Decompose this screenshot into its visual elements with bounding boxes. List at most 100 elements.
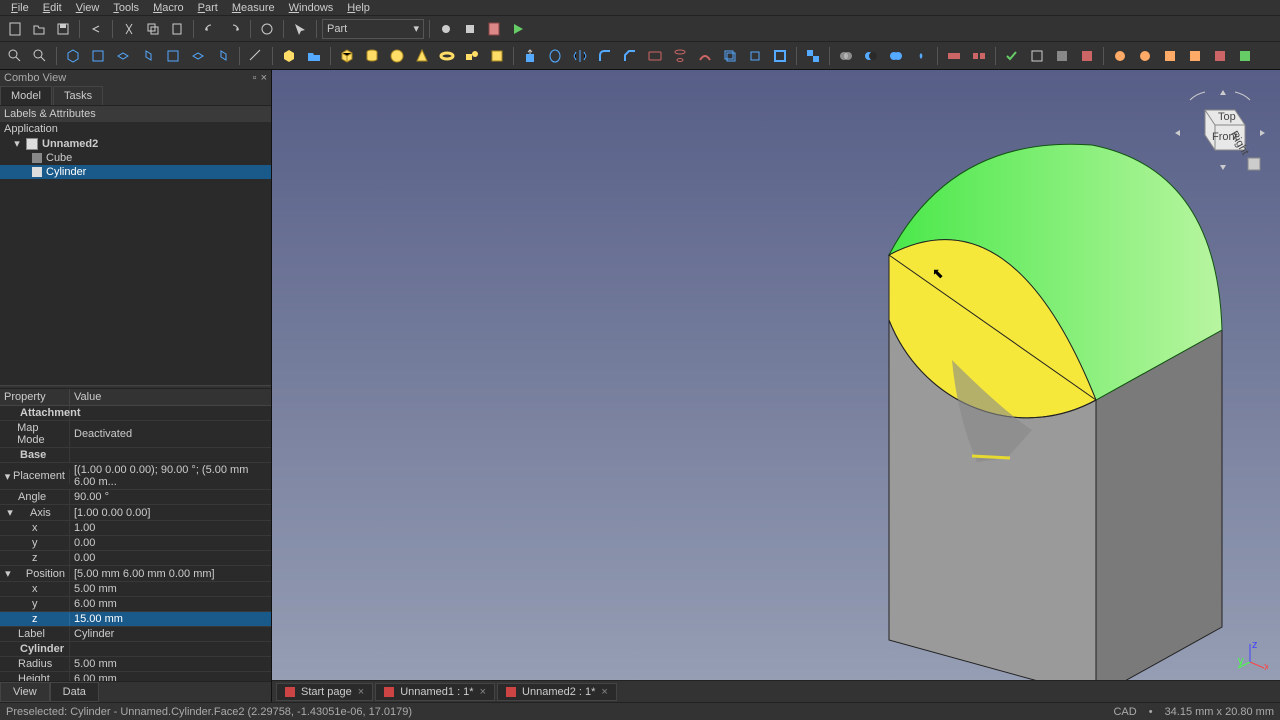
status-nav-mode[interactable]: CAD [1113,706,1136,718]
mirror-icon[interactable] [569,45,591,67]
open-button[interactable] [28,18,50,40]
property-row[interactable]: x5.00 mm [0,582,271,597]
menu-measure[interactable]: Measure [225,2,282,14]
front-icon[interactable] [87,45,109,67]
common-icon[interactable] [910,45,932,67]
part-icon[interactable] [278,45,300,67]
sweep-icon[interactable] [694,45,716,67]
property-row[interactable]: x1.00 [0,521,271,536]
fuse-icon[interactable] [885,45,907,67]
join-icon[interactable] [943,45,965,67]
property-row[interactable]: z15.00 mm [0,612,271,627]
refresh-button[interactable] [256,18,278,40]
fit-all-icon[interactable] [4,45,26,67]
menu-view[interactable]: View [69,2,107,14]
tree-document[interactable]: ▾Unnamed2 [0,136,271,151]
loft-icon[interactable] [669,45,691,67]
export-icon[interactable] [1076,45,1098,67]
property-row[interactable]: Cylinder [0,642,271,657]
3d-viewport[interactable]: ⬉ Front Right Top x y z [272,70,1280,702]
doc-tab-unnamed1[interactable]: Unnamed1 : 1*× [375,683,495,701]
close-icon[interactable]: × [601,686,607,698]
undo-button[interactable] [85,18,107,40]
rear-icon[interactable] [162,45,184,67]
sphere-icon[interactable] [386,45,408,67]
macro-play-button[interactable] [507,18,529,40]
extrude-icon[interactable] [519,45,541,67]
menu-windows[interactable]: Windows [282,2,341,14]
defeature-icon[interactable] [1026,45,1048,67]
builder-icon[interactable] [486,45,508,67]
ruled-icon[interactable] [644,45,666,67]
menu-tools[interactable]: Tools [106,2,146,14]
property-row[interactable]: ▾Axis[1.00 0.00 0.00] [0,505,271,521]
chamfer-icon[interactable] [619,45,641,67]
fit-sel-icon[interactable] [29,45,51,67]
measure-icon[interactable] [245,45,267,67]
boolean-icon[interactable] [835,45,857,67]
close-icon[interactable]: × [480,686,486,698]
cut-bool-icon[interactable] [860,45,882,67]
property-row[interactable]: y6.00 mm [0,597,271,612]
tree-application[interactable]: Application [0,122,271,136]
tab-tasks[interactable]: Tasks [53,86,103,105]
m3-icon[interactable] [1159,45,1181,67]
property-row[interactable]: ▾Position[5.00 mm 6.00 mm 0.00 mm] [0,566,271,582]
property-row[interactable]: Radius5.00 mm [0,657,271,672]
new-button[interactable] [4,18,26,40]
tree-item-cylinder[interactable]: Cylinder [0,165,271,179]
property-row[interactable]: Map ModeDeactivated [0,421,271,448]
close-icon[interactable]: × [358,686,364,698]
property-row[interactable]: Angle90.00 ° [0,490,271,505]
cube-icon[interactable] [336,45,358,67]
macro-stop-button[interactable] [459,18,481,40]
m5-icon[interactable] [1209,45,1231,67]
m1-icon[interactable] [1109,45,1131,67]
fillet-icon[interactable] [594,45,616,67]
thickness-icon[interactable] [769,45,791,67]
macro-list-button[interactable] [483,18,505,40]
compound-icon[interactable] [802,45,824,67]
tree-item-cube[interactable]: Cube [0,151,271,165]
m6-icon[interactable] [1234,45,1256,67]
iso-icon[interactable] [62,45,84,67]
menu-macro[interactable]: Macro [146,2,191,14]
menu-file[interactable]: File [4,2,36,14]
property-row[interactable]: LabelCylinder [0,627,271,642]
cone-icon[interactable] [411,45,433,67]
redo-button[interactable] [223,18,245,40]
cylinder-icon[interactable] [361,45,383,67]
menu-part[interactable]: Part [191,2,225,14]
group-icon[interactable] [303,45,325,67]
primitives-icon[interactable] [461,45,483,67]
import-icon[interactable] [1051,45,1073,67]
right-icon[interactable] [137,45,159,67]
whatsthis-button[interactable] [289,18,311,40]
left-icon[interactable] [212,45,234,67]
m4-icon[interactable] [1184,45,1206,67]
split-icon[interactable] [968,45,990,67]
paste-button[interactable] [166,18,188,40]
property-row[interactable]: Height6.00 mm [0,672,271,681]
m2-icon[interactable] [1134,45,1156,67]
dock-icon[interactable]: ▫ [253,72,257,84]
revolve-icon[interactable] [544,45,566,67]
offset2d-icon[interactable] [744,45,766,67]
tab-view[interactable]: View [0,682,50,702]
doc-tab-start[interactable]: Start page× [276,683,373,701]
tab-model[interactable]: Model [0,86,52,105]
undo2-button[interactable] [199,18,221,40]
workbench-combo[interactable]: Part▾ [322,19,424,39]
close-panel-icon[interactable]: × [261,72,267,84]
check-icon[interactable] [1001,45,1023,67]
property-row[interactable]: Attachment [0,406,271,421]
property-row[interactable]: ▾Placement[(1.00 0.00 0.00); 90.00 °; (5… [0,463,271,490]
save-button[interactable] [52,18,74,40]
torus-icon[interactable] [436,45,458,67]
property-row[interactable]: z0.00 [0,551,271,566]
offset3d-icon[interactable] [719,45,741,67]
property-row[interactable]: y0.00 [0,536,271,551]
tab-data[interactable]: Data [50,682,99,702]
macro-rec-button[interactable] [435,18,457,40]
bottom-icon[interactable] [187,45,209,67]
